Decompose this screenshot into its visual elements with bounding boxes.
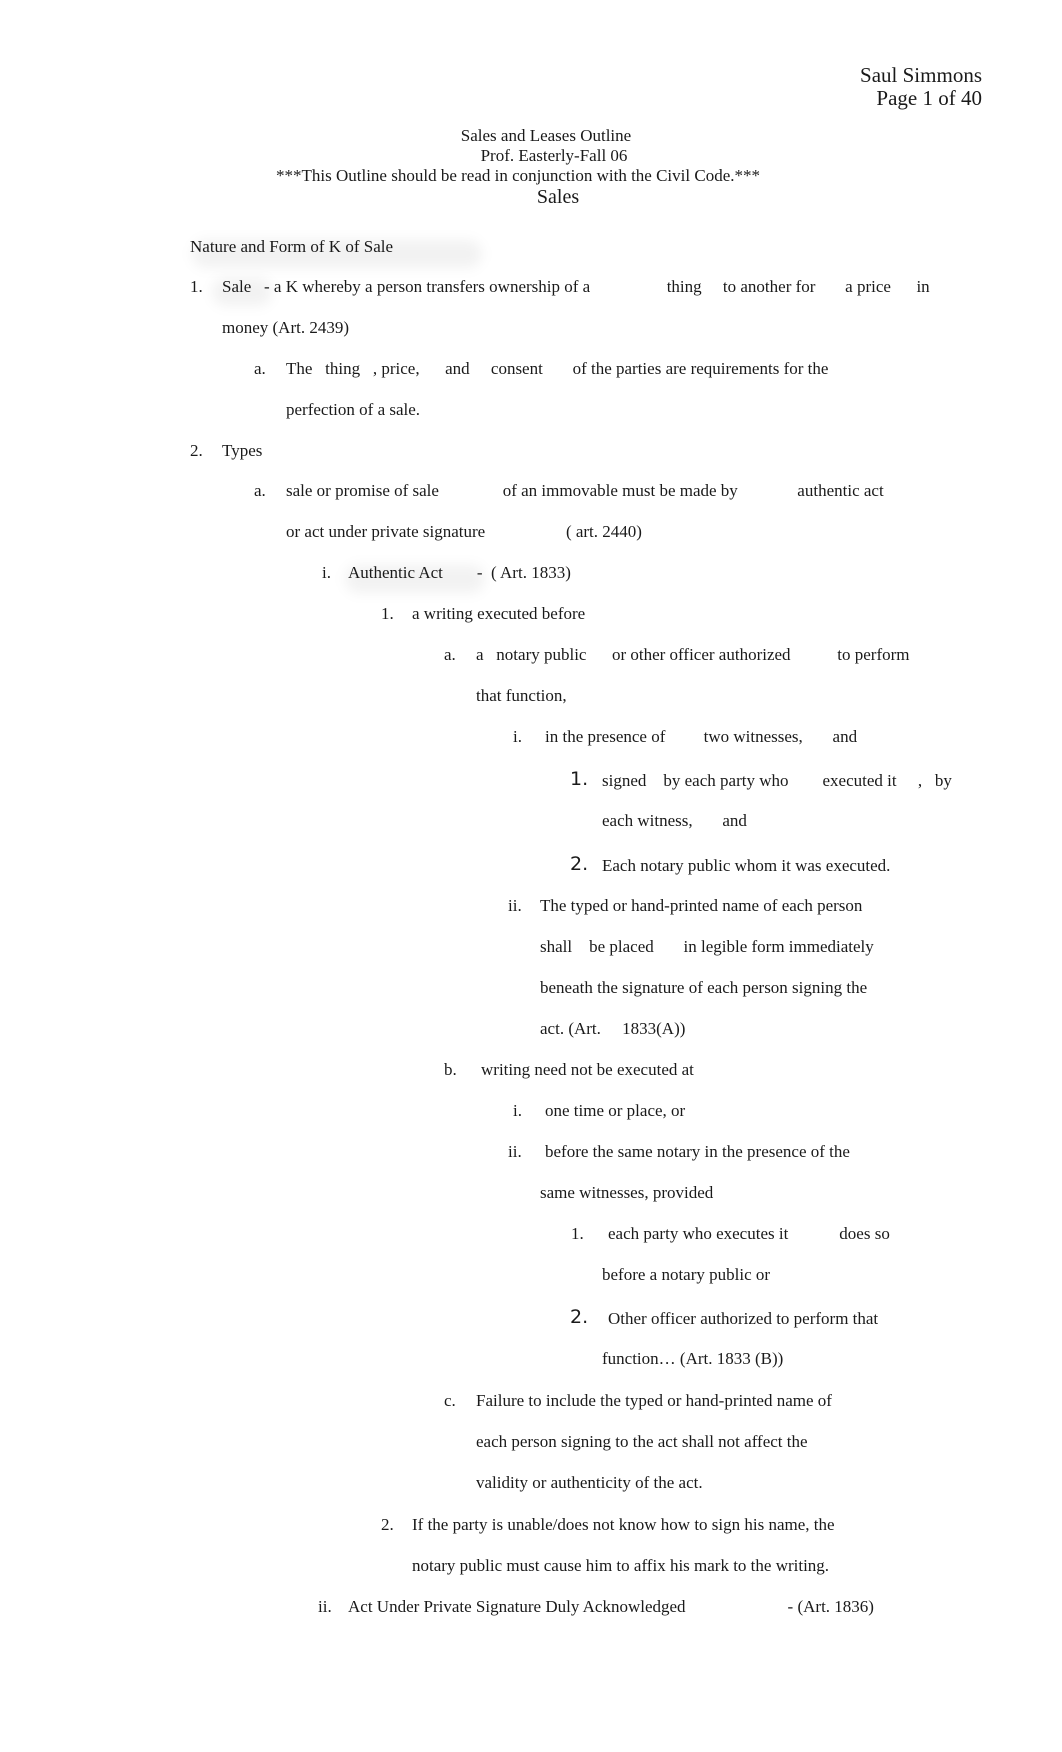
outline-heading: Nature and Form of K of Sale — [190, 237, 394, 256]
list-item-text: act. (Art. 1833(A)) — [540, 1019, 686, 1038]
list-item-text: function… (Art. 1833 (B)) — [602, 1349, 784, 1368]
list-marker: 1. — [190, 277, 203, 296]
list-item-text: Other officer authorized to perform that — [608, 1309, 879, 1328]
list-item-text: each party who executes it does so — [608, 1224, 890, 1243]
list-item-text: one time or place, or — [545, 1101, 686, 1120]
list-marker: 2. — [381, 1515, 394, 1534]
list-item-text: that function, — [476, 686, 567, 705]
list-marker: a. — [254, 481, 266, 500]
list-item-text: If the party is unable/does not know how… — [412, 1515, 835, 1534]
list-item-text: beneath the signature of each person sig… — [540, 978, 868, 997]
list-item-text: each person signing to the act shall not… — [476, 1432, 808, 1451]
list-marker: 2. — [570, 1306, 589, 1328]
list-item-text: Act Under Private Signature Duly Acknowl… — [348, 1597, 874, 1616]
list-item-text: sale or promise of sale of an immovable … — [286, 481, 884, 500]
list-item-text: in the presence of two witnesses, and — [545, 727, 858, 746]
list-marker: 1. — [571, 1224, 584, 1243]
list-marker: b. — [444, 1060, 457, 1079]
list-marker: ii. — [508, 1142, 522, 1161]
list-item-text: perfection of a sale. — [286, 400, 421, 419]
list-marker: 2. — [570, 853, 589, 875]
list-marker: i. — [513, 727, 522, 746]
list-item-text: Types — [222, 441, 263, 460]
list-item-text: shall be placed in legible form immediat… — [540, 937, 874, 956]
list-item-text: each witness, and — [602, 811, 747, 830]
list-item-text: before the same notary in the presence o… — [545, 1142, 850, 1161]
list-item-text: notary public must cause him to affix hi… — [412, 1556, 830, 1575]
list-marker: 2. — [190, 441, 203, 460]
list-item-text: a notary public or other officer authori… — [476, 645, 910, 664]
list-item-text: The thing , price, and consent of the pa… — [286, 359, 829, 378]
list-item-text: The typed or hand-printed name of each p… — [540, 896, 863, 915]
list-marker: 1. — [381, 604, 394, 623]
list-item-text: a writing executed before — [412, 604, 586, 623]
list-marker: i. — [322, 563, 331, 582]
list-marker: i. — [513, 1101, 522, 1120]
list-item-text: validity or authenticity of the act. — [476, 1473, 703, 1492]
list-item-text: writing need not be executed at — [481, 1060, 694, 1079]
list-item-text: or act under private signature ( art. 24… — [286, 522, 642, 541]
document-title: Sales and Leases Outline — [460, 126, 632, 145]
list-marker: ii. — [318, 1597, 332, 1616]
list-item-text: same witnesses, provided — [540, 1183, 714, 1202]
list-item-text: Failure to include the typed or hand-pri… — [476, 1391, 832, 1410]
list-item-text: Sale - a K whereby a person transfers ow… — [222, 277, 930, 296]
list-item-text: signed by each party who executed it , b… — [602, 771, 952, 790]
professor-line: Prof. Easterly-Fall 06 — [480, 146, 628, 165]
list-marker: ii. — [508, 896, 522, 915]
list-item-text: Authentic Act - ( Art. 1833) — [348, 563, 571, 582]
list-item-text: Each notary public whom it was executed. — [602, 856, 891, 875]
list-marker: c. — [444, 1391, 456, 1410]
list-marker: a. — [444, 645, 456, 664]
list-item-text: money (Art. 2439) — [222, 318, 350, 337]
list-item-text: before a notary public or — [602, 1265, 771, 1284]
list-marker: a. — [254, 359, 266, 378]
list-marker: 1. — [570, 768, 589, 790]
author-name: Saul Simmons — [860, 63, 982, 87]
page-indicator: Page 1 of 40 — [876, 86, 982, 110]
section-title: Sales — [536, 186, 580, 208]
civil-code-note: ***This Outline should be read in conjun… — [276, 166, 760, 185]
